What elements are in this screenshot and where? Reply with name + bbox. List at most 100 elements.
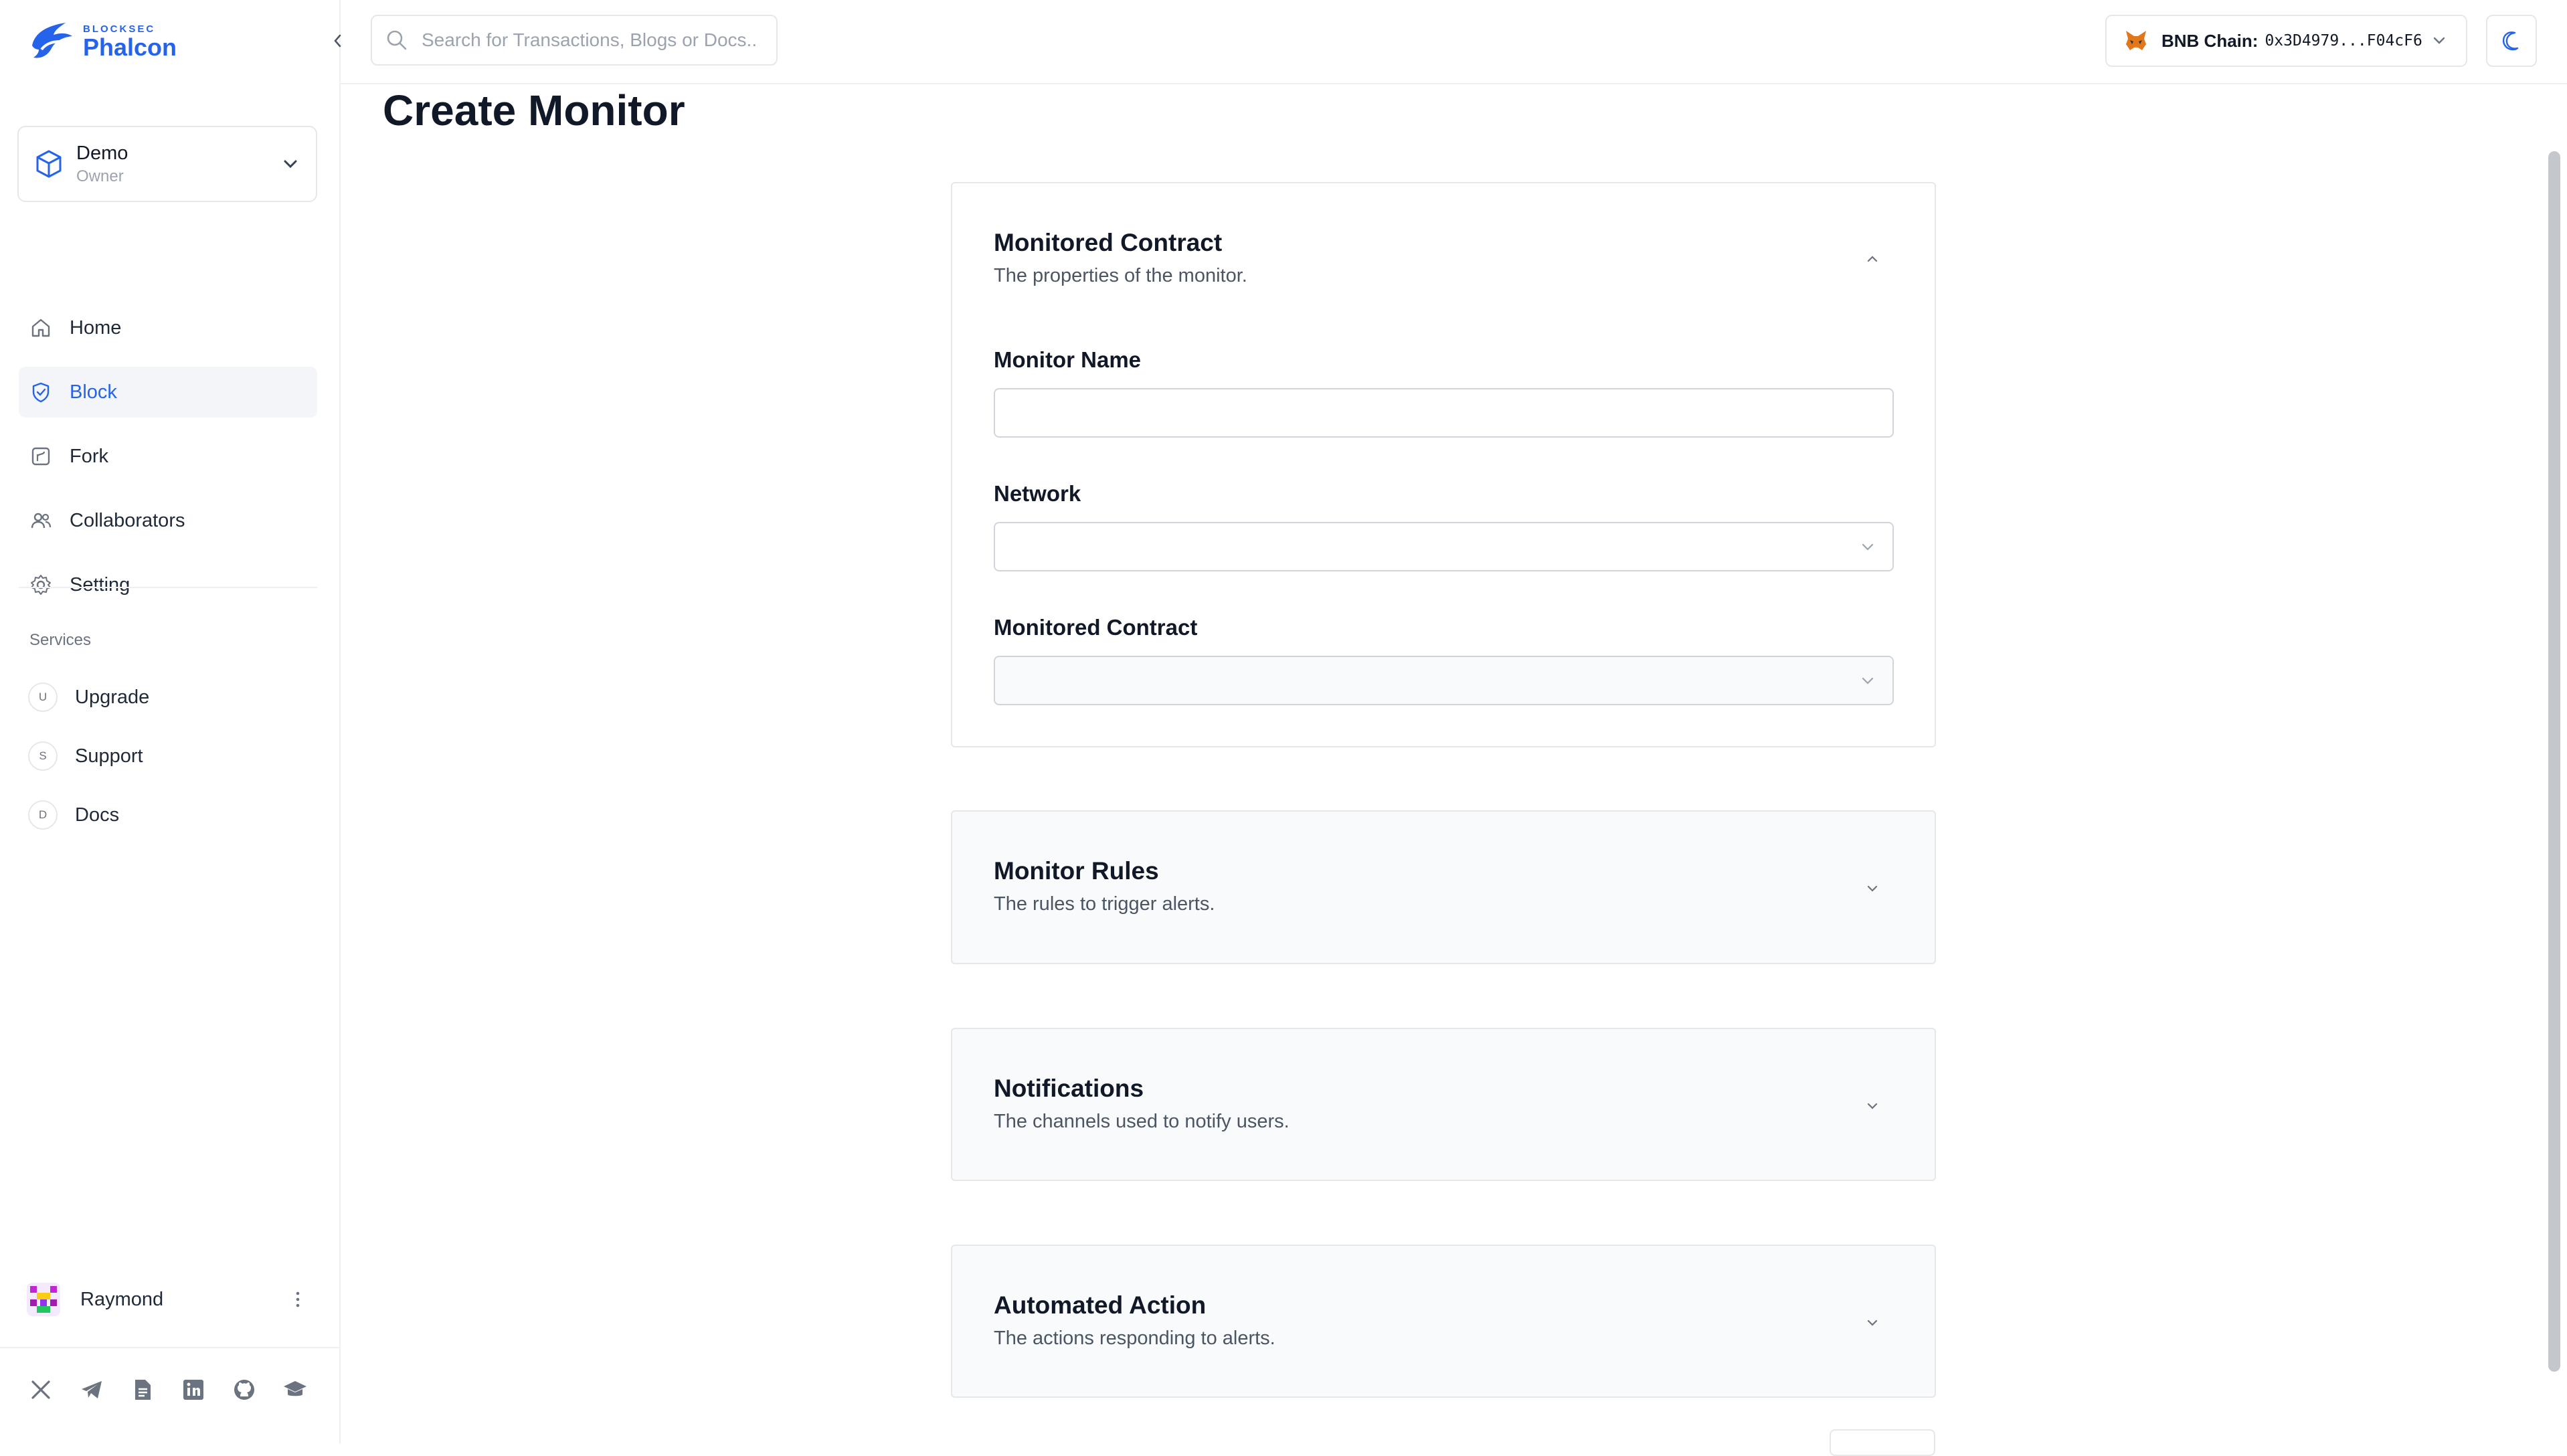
telegram-icon xyxy=(82,1381,102,1398)
service-label: Docs xyxy=(75,804,120,826)
service-support[interactable]: S Support xyxy=(28,738,149,774)
fork-icon xyxy=(31,447,50,466)
top-bar: BNB Chain: 0x3D4979...F04cF6 xyxy=(341,0,2567,84)
section-header: Monitored Contract The properties of the… xyxy=(994,229,1247,287)
workspace-switcher[interactable]: Demo Owner xyxy=(17,126,317,202)
service-badge: U xyxy=(28,682,58,712)
metamask-fox-icon xyxy=(2126,31,2146,50)
section-subtitle: The actions responding to alerts. xyxy=(994,1328,1275,1349)
section-title: Monitored Contract xyxy=(994,229,1223,256)
nav-item-label: Collaborators xyxy=(70,509,185,531)
document-icon xyxy=(135,1380,151,1400)
nav-item-label: Fork xyxy=(70,445,108,467)
section-header: Monitor Rules The rules to trigger alert… xyxy=(994,857,1215,915)
monitored-contract-label: Monitored Contract xyxy=(994,615,1198,640)
brand-sub: BLOCKSEC xyxy=(83,23,156,35)
chevron-down-icon xyxy=(1862,543,1874,551)
github-link[interactable] xyxy=(232,1377,257,1402)
nav-item-collaborators[interactable]: Collaborators xyxy=(19,495,317,546)
user-profile[interactable]: Raymond xyxy=(27,1279,308,1320)
academy-link[interactable] xyxy=(282,1377,308,1402)
cube-icon xyxy=(36,150,62,178)
monitor-name-label: Monitor Name xyxy=(994,347,1142,372)
search-input[interactable] xyxy=(420,29,758,52)
more-vertical-icon xyxy=(296,1291,300,1307)
home-icon xyxy=(31,318,50,337)
social-links xyxy=(28,1377,308,1402)
submit-button-partial[interactable] xyxy=(1830,1429,1935,1456)
nav-item-label: Setting xyxy=(70,573,130,596)
section-subtitle: The channels used to notify users. xyxy=(994,1111,1290,1132)
brand-logo[interactable]: BLOCKSEC Phalcon xyxy=(28,19,177,64)
user-menu-button[interactable] xyxy=(288,1286,308,1313)
section-expand-toggle[interactable] xyxy=(1861,877,1884,900)
chevron-down-icon xyxy=(1867,885,1878,892)
service-label: Support xyxy=(75,745,143,767)
service-badge: S xyxy=(28,741,58,771)
theme-toggle-button[interactable] xyxy=(2486,15,2537,67)
automated-action-section[interactable]: Automated Action The actions responding … xyxy=(951,1245,1936,1398)
section-title: Automated Action xyxy=(994,1291,1207,1319)
nav-item-fork[interactable]: Fork xyxy=(19,431,317,482)
linkedin-icon xyxy=(183,1380,203,1400)
section-expand-toggle[interactable] xyxy=(1861,1311,1884,1334)
footer-divider xyxy=(0,1347,339,1348)
services-heading: Services xyxy=(29,631,92,649)
page-title: Create Monitor xyxy=(383,86,685,134)
network-label: Network xyxy=(994,481,1081,506)
academy-icon xyxy=(284,1381,306,1396)
nav-item-label: Block xyxy=(70,381,117,403)
chevron-down-icon xyxy=(1867,1103,1878,1109)
search-icon xyxy=(387,30,407,50)
phalcon-logo-icon xyxy=(32,23,72,58)
section-title: Notifications xyxy=(994,1075,1144,1102)
nav-item-label: Home xyxy=(70,316,122,339)
linkedin-link[interactable] xyxy=(181,1377,206,1402)
monitor-name-field[interactable] xyxy=(994,388,1894,438)
sidebar: BLOCKSEC Phalcon Demo Owner Home Block F… xyxy=(0,0,341,1444)
telegram-link[interactable] xyxy=(79,1377,104,1402)
monitor-rules-section[interactable]: Monitor Rules The rules to trigger alert… xyxy=(951,810,1936,964)
service-upgrade[interactable]: U Upgrade xyxy=(28,679,149,715)
wallet-selector[interactable]: BNB Chain: 0x3D4979...F04cF6 xyxy=(2105,15,2467,67)
network-select[interactable] xyxy=(994,522,1894,571)
chevron-down-icon xyxy=(2433,37,2445,44)
chevron-down-icon xyxy=(1867,1320,1878,1326)
service-badge: D xyxy=(28,800,58,830)
chevron-down-icon xyxy=(284,160,297,169)
workspace-role: Owner xyxy=(76,167,124,185)
brand-name: Phalcon xyxy=(83,33,177,61)
service-label: Upgrade xyxy=(75,686,150,708)
page-scrollbar[interactable] xyxy=(2548,151,2560,1372)
services-list: U Upgrade S Support D Docs xyxy=(28,679,149,856)
section-header: Notifications The channels used to notif… xyxy=(994,1075,1290,1133)
avatar xyxy=(27,1283,60,1316)
monitored-contract-select[interactable] xyxy=(994,656,1894,705)
nav-item-block[interactable]: Block xyxy=(19,367,317,418)
section-collapse-toggle[interactable] xyxy=(1861,248,1884,270)
service-docs[interactable]: D Docs xyxy=(28,797,149,833)
shield-check-icon xyxy=(32,382,50,403)
github-icon xyxy=(234,1380,254,1400)
monitor-name-input[interactable] xyxy=(995,389,1892,436)
section-header: Automated Action The actions responding … xyxy=(994,1291,1275,1350)
x-icon xyxy=(31,1380,50,1399)
section-title: Monitor Rules xyxy=(994,857,1159,885)
notifications-section[interactable]: Notifications The channels used to notif… xyxy=(951,1028,1936,1181)
nav-item-home[interactable]: Home xyxy=(19,302,317,353)
moon-icon xyxy=(2502,31,2519,51)
docs-link[interactable] xyxy=(130,1377,155,1402)
gear-icon xyxy=(31,575,51,595)
nav-item-setting[interactable]: Setting xyxy=(19,559,317,610)
users-icon xyxy=(31,513,52,529)
wallet-address: 0x3D4979...F04cF6 xyxy=(2265,32,2422,50)
chevron-up-icon xyxy=(1867,256,1878,262)
search-box[interactable] xyxy=(371,15,778,66)
x-link[interactable] xyxy=(28,1377,54,1402)
monitored-contract-section: Monitored Contract The properties of the… xyxy=(951,182,1936,747)
workspace-name: Demo xyxy=(76,142,128,164)
main-nav: Home Block Fork Collaborators Setting xyxy=(19,302,317,624)
section-expand-toggle[interactable] xyxy=(1861,1095,1884,1117)
wallet-chain-label: BNB Chain: xyxy=(2161,30,2259,51)
user-name: Raymond xyxy=(80,1288,164,1310)
